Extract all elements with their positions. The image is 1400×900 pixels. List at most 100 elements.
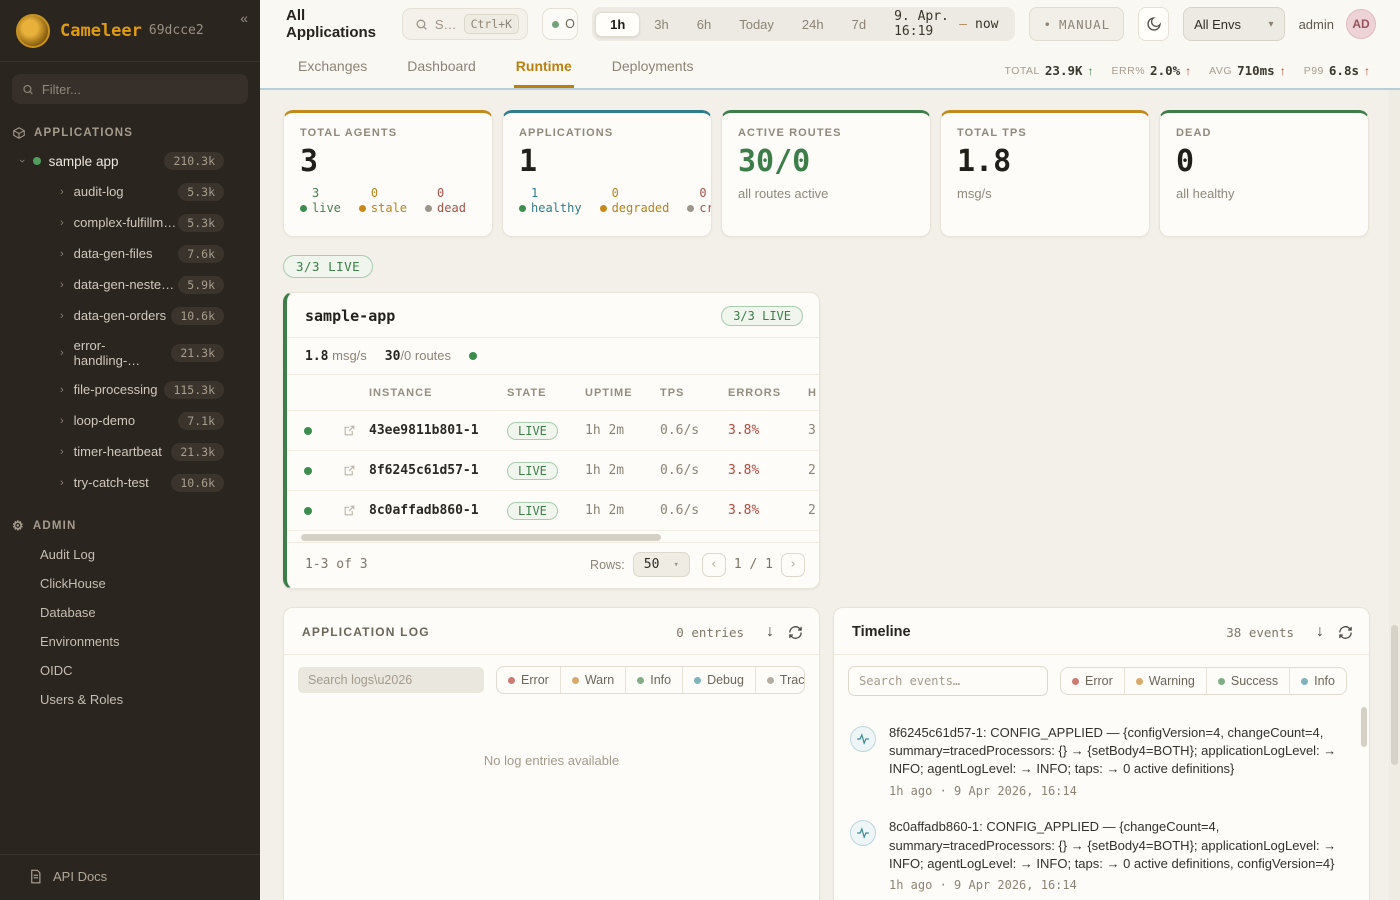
user-area: admin AD: [1299, 9, 1376, 39]
online-dot: [552, 21, 559, 28]
sidebar-route-item[interactable]: › try-catch-test 10.6k: [0, 467, 260, 498]
sidebar-route-item[interactable]: › timer-heartbeat 21.3k: [0, 436, 260, 467]
theme-toggle-button[interactable]: [1138, 7, 1169, 41]
log-search-input[interactable]: [298, 667, 484, 693]
route-label: data-gen-orders: [74, 308, 167, 323]
tab[interactable]: Dashboard: [405, 50, 478, 88]
sidebar-admin-item[interactable]: Environments: [0, 627, 260, 656]
event-text: 8c0affadb860-1: CONFIG_APPLIED — {change…: [889, 819, 1336, 870]
next-page-button[interactable]: ›: [781, 553, 805, 577]
sidebar-filter-input[interactable]: [42, 82, 238, 97]
log-filter-chip[interactable]: Trace: [756, 667, 805, 693]
extra-col: 2: [808, 503, 820, 518]
card-value: 3: [300, 145, 476, 178]
table-row[interactable]: 8f6245c61d57-1 LIVE 1h 2m 0.6/s 3.8% 2: [287, 451, 820, 491]
time-range-button[interactable]: 3h: [640, 12, 682, 37]
sidebar-route-item[interactable]: › data-gen-files 7.6k: [0, 238, 260, 269]
extra-col: 3: [808, 423, 820, 438]
external-link-icon[interactable]: [329, 424, 369, 437]
tabbar: Exchanges Dashboard Runtime Deployments …: [260, 48, 1400, 88]
route-label: loop-demo: [74, 413, 135, 428]
status-dot: [304, 467, 312, 475]
level-dot: [637, 677, 644, 684]
route-label: error-handling-…: [74, 338, 172, 368]
main-area: All Applications S… Ctrl+K O 1h 3h 6h To…: [260, 0, 1400, 900]
sidebar-admin-item[interactable]: Database: [0, 598, 260, 627]
refresh-icon[interactable]: [1338, 625, 1353, 640]
time-range-button[interactable]: 6h: [683, 12, 725, 37]
count-badge: 21.3k: [171, 443, 224, 461]
timeline-filter-chip[interactable]: Success: [1207, 668, 1290, 694]
time-range-button[interactable]: Today: [725, 12, 788, 37]
time-range-button[interactable]: 1h: [595, 12, 640, 37]
route-label: timer-heartbeat: [74, 444, 162, 459]
avatar[interactable]: AD: [1346, 9, 1376, 39]
kpi-strip: TOTAL 23.9K ↑ ERR% 2.0% ↑ AVG 710ms ↑: [1005, 63, 1370, 88]
count-badge: 115.3k: [164, 381, 224, 399]
env-select[interactable]: All Envs ▾: [1183, 7, 1285, 41]
sidebar-admin-item[interactable]: Audit Log: [0, 540, 260, 569]
online-status-chip[interactable]: O: [542, 8, 578, 40]
time-range-button[interactable]: 7d: [838, 12, 880, 37]
download-icon[interactable]: ↓: [1316, 623, 1324, 641]
sidebar-collapse-icon[interactable]: «: [240, 10, 248, 26]
sidebar-header: Cameleer 69dcce2 «: [0, 0, 260, 62]
table-header: INSTANCE STATE UPTIME TPS ERRORS H: [287, 375, 820, 411]
count-badge: 7.1k: [178, 412, 224, 430]
timeline-search-input[interactable]: [848, 666, 1048, 696]
timeline-event[interactable]: 8f6245c61d57-1: CONFIG_APPLIED — {config…: [848, 715, 1359, 809]
app-label: sample app: [49, 154, 119, 169]
log-entries-count: 0 entries: [676, 625, 744, 640]
timeline-filter-chip[interactable]: Error: [1061, 668, 1125, 694]
page-scrollbar[interactable]: [1389, 90, 1400, 900]
sidebar-route-item[interactable]: › file-processing 115.3k: [0, 374, 260, 405]
state-badge: LIVE: [507, 422, 558, 440]
time-range-button[interactable]: 24h: [788, 12, 838, 37]
sidebar-admin-item[interactable]: Users & Roles: [0, 685, 260, 714]
rows-per-page-select[interactable]: 50 ▾: [633, 552, 690, 577]
log-filter-chip[interactable]: Debug: [683, 667, 756, 693]
global-search[interactable]: S… Ctrl+K: [402, 8, 528, 40]
table-row[interactable]: 43ee9811b801-1 LIVE 1h 2m 0.6/s 3.8% 3: [287, 411, 820, 451]
sidebar-admin-item[interactable]: OIDC: [0, 656, 260, 685]
status-dot: [304, 427, 312, 435]
log-filter-chip[interactable]: Error: [497, 667, 561, 693]
live-summary-chip: 3/3 LIVE: [283, 255, 373, 278]
sidebar-route-item[interactable]: › complex-fulfillm… 5.3k: [0, 207, 260, 238]
custom-range[interactable]: 9. Apr. 16:19 — now: [880, 9, 1012, 39]
tab[interactable]: Runtime: [514, 50, 574, 88]
external-link-icon[interactable]: [329, 504, 369, 517]
route-label: data-gen-neste…: [74, 277, 174, 292]
tab[interactable]: Exchanges: [296, 50, 369, 88]
external-link-icon[interactable]: [329, 464, 369, 477]
tab[interactable]: Deployments: [610, 50, 696, 88]
refresh-icon[interactable]: [788, 625, 803, 640]
table-footer: 1-3 of 3 Rows: 50 ▾ ‹ 1 / 1 ›: [287, 542, 819, 588]
manual-dot: •: [1043, 17, 1052, 32]
sidebar-admin-item[interactable]: ClickHouse: [0, 569, 260, 598]
sidebar-route-item[interactable]: › audit-log 5.3k: [0, 176, 260, 207]
timeline-event[interactable]: 8c0affadb860-1: CONFIG_APPLIED — {change…: [848, 809, 1359, 900]
sidebar-item-sample-app[interactable]: › sample app 210.3k: [0, 146, 260, 176]
api-docs-link[interactable]: API Docs: [0, 854, 260, 900]
log-filter-chip[interactable]: Info: [626, 667, 683, 693]
timeline-scrollbar[interactable]: [1361, 707, 1367, 900]
kpi-label: TOTAL: [1005, 65, 1040, 77]
sidebar-filter: [12, 74, 248, 104]
timeline-filter-chips: Error Warning Success: [1060, 667, 1347, 695]
instance-id: 8f6245c61d57-1: [369, 463, 507, 478]
log-filter-chip[interactable]: Warn: [561, 667, 626, 693]
sidebar-route-item[interactable]: › loop-demo 7.1k: [0, 405, 260, 436]
sidebar-route-item[interactable]: › error-handling-… 21.3k: [0, 331, 260, 374]
manual-refresh-button[interactable]: • MANUAL: [1029, 7, 1124, 41]
prev-page-button[interactable]: ‹: [702, 553, 726, 577]
sidebar-route-item[interactable]: › data-gen-orders 10.6k: [0, 300, 260, 331]
table-row[interactable]: 8c0affadb860-1 LIVE 1h 2m 0.6/s 3.8% 2: [287, 491, 820, 531]
route-label: data-gen-files: [74, 246, 153, 261]
card-applications: APPLICATIONS 1 1healthy 0degraded: [502, 110, 712, 237]
timeline-filter-chip[interactable]: Info: [1290, 668, 1346, 694]
download-icon[interactable]: ↓: [766, 623, 774, 641]
sidebar-route-item[interactable]: › data-gen-neste… 5.9k: [0, 269, 260, 300]
timeline-filter-chip[interactable]: Warning: [1125, 668, 1207, 694]
horizontal-scrollbar[interactable]: [291, 533, 815, 542]
